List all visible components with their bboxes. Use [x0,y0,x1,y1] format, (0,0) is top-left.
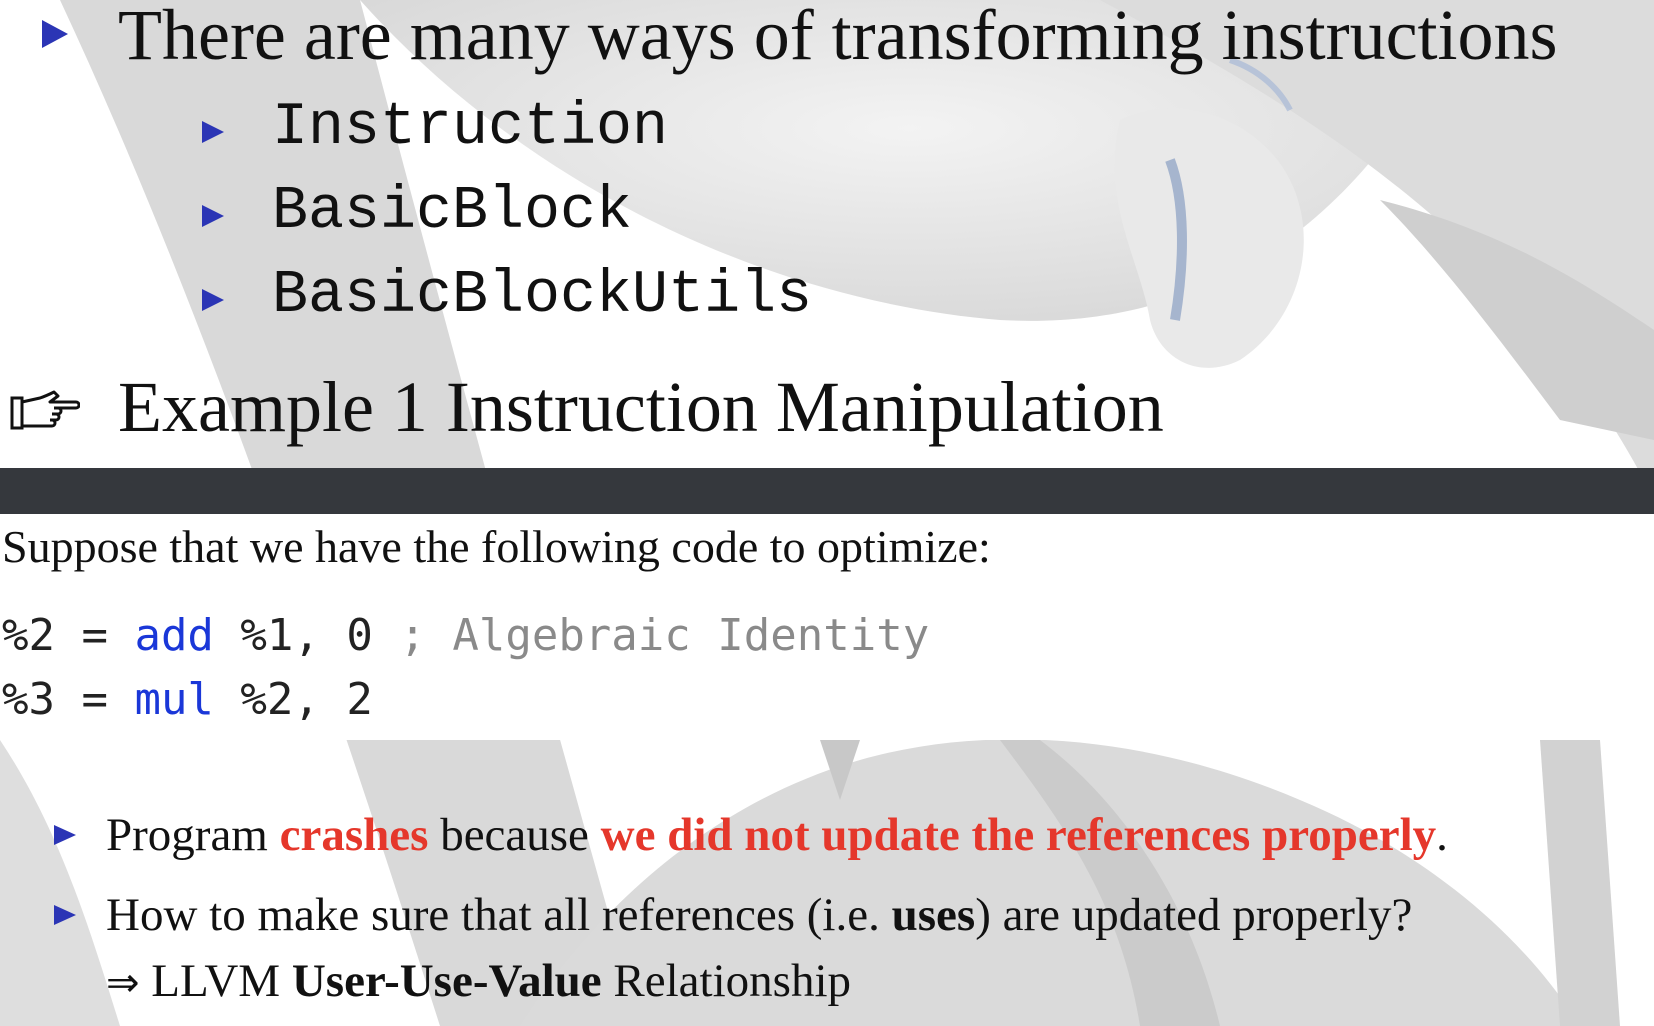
emphasis-crashes: crashes [279,809,429,861]
uses-bullet-text: How to make sure that all references (i.… [106,888,1412,942]
triangle-bullet-icon [54,825,76,845]
code-line-1: %2 = add %1, 0 ; Algebraic Identity [2,610,929,661]
code-comment: ; Algebraic Identity [399,610,930,661]
conclusion-text: ⇒ LLVM User-Use-Value Relationship [106,954,851,1008]
intro-bullet-row: There are many ways of transforming inst… [0,0,1654,80]
uses-bullet-row: How to make sure that all references (i.… [0,888,1654,948]
triangle-bullet-icon [202,121,224,143]
sub-item-basicblockutils: BasicBlockUtils [272,262,813,330]
code-keyword-mul: mul [134,674,214,725]
conclusion-row: ⇒ LLVM User-Use-Value Relationship [0,954,1654,1014]
triangle-bullet-icon [42,20,68,48]
triangle-bullet-icon [202,205,224,227]
sub-list: Instruction BasicBlock BasicBlockUtils [0,90,1654,340]
lead-text: Suppose that we have the following code … [2,521,991,572]
text-segment: ) are updated properly? [975,889,1413,941]
code-keyword-add: add [134,610,214,661]
code-block: %2 = add %1, 0 ; Algebraic Identity %3 =… [0,610,1654,740]
pointing-hand-icon [10,390,80,430]
example-heading-row: Example 1 Instruction Manipulation [0,367,1654,460]
intro-bullet-text: There are many ways of transforming inst… [118,0,1558,75]
sub-item-instruction: Instruction [272,94,669,162]
code-lhs: %3 = [2,674,135,725]
code-args: %2, 2 [213,674,373,725]
section-divider-bar [0,468,1654,514]
code-line-2: %3 = mul %2, 2 [2,674,373,725]
example-heading: Example 1 Instruction Manipulation [118,367,1164,447]
triangle-bullet-icon [202,289,224,311]
lead-row: Suppose that we have the following code … [0,520,1654,580]
emphasis-references: we did not update the references properl… [600,809,1437,861]
crash-bullet-row: Program crashes because we did not updat… [0,808,1654,868]
code-lhs: %2 = [2,610,135,661]
text-segment: How to make sure that all references (i.… [106,889,892,941]
implies-arrow-icon: ⇒ [106,960,140,1006]
emphasis-uses: uses [891,889,976,941]
text-segment: Relationship [601,955,851,1007]
text-segment: LLVM [139,955,292,1007]
triangle-bullet-icon [54,905,76,925]
text-segment: . [1436,809,1448,861]
text-segment: Program [106,809,280,861]
code-args: %1, 0 [213,610,400,661]
crash-bullet-text: Program crashes because we did not updat… [106,808,1448,862]
sub-item-basicblock: BasicBlock [272,178,633,246]
emphasis-user-use-value: User-Use-Value [291,955,602,1007]
text-segment: because [428,809,601,861]
